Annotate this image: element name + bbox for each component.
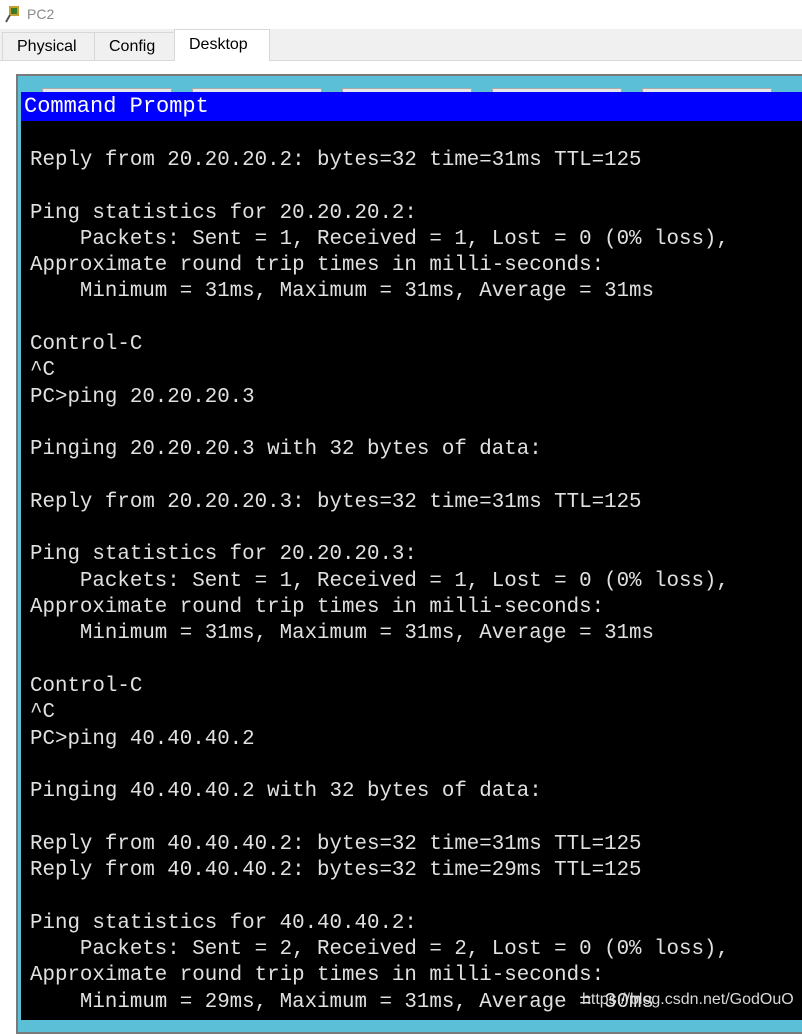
terminal-line: Ping statistics for 40.40.40.2: (30, 911, 417, 935)
tab-config[interactable]: Config (94, 32, 175, 60)
terminal-line: PC>ping 40.40.40.2 (30, 727, 255, 751)
terminal-line: Ping statistics for 20.20.20.3: (30, 543, 417, 567)
terminal-line: ^C (30, 701, 55, 725)
terminal-line: Packets: Sent = 1, Received = 1, Lost = … (79, 569, 729, 593)
watermark: https://blog.csdn.net/GodOuO (582, 991, 794, 1008)
packet-tracer-pc-icon (5, 6, 19, 23)
terminal-line: Pinging 40.40.40.2 with 32 bytes of data… (30, 780, 542, 804)
terminal-line: Reply from 20.20.20.3: bytes=32 time=31m… (30, 490, 642, 514)
terminal-line: Minimum = 31ms, Maximum = 31ms, Average … (79, 280, 655, 304)
terminal-line: Reply from 40.40.40.2: bytes=32 time=31m… (30, 832, 642, 856)
terminal-line: Reply from 20.20.20.2: bytes=32 time=31m… (30, 149, 642, 172)
terminal-line: Minimum = 29ms, Maximum = 31ms, Average … (79, 990, 655, 1014)
terminal-line: Approximate round trip times in milli-se… (30, 964, 605, 988)
terminal-line: Packets: Sent = 2, Received = 2, Lost = … (79, 937, 729, 961)
tab-bar: Physical Config Desktop (0, 29, 802, 61)
window-title: PC2 (27, 6, 55, 22)
terminal-text: Reply from 20.20.20.2: bytes=32 time=31m… (21, 121, 802, 1016)
terminal-line: PC>ping 20.20.20.3 (30, 385, 255, 409)
tab-physical[interactable]: Physical (2, 32, 95, 60)
window-titlebar: PC2 (0, 0, 802, 29)
terminal-line: Packets: Sent = 1, Received = 1, Lost = … (79, 227, 729, 251)
terminal-line: Control-C (30, 674, 143, 698)
terminal-line: Ping statistics for 20.20.20.2: (30, 201, 417, 225)
terminal-line: Approximate round trip times in milli-se… (30, 254, 605, 278)
terminal-line: Control-C (30, 333, 143, 357)
terminal-line: ^C (30, 359, 55, 383)
tab-desktop[interactable]: Desktop (174, 29, 270, 61)
command-prompt-title: Command Prompt (21, 92, 802, 121)
terminal-line: Pinging 20.20.20.3 with 32 bytes of data… (30, 438, 542, 462)
terminal-output[interactable]: Reply from 20.20.20.2: bytes=32 time=31m… (21, 121, 802, 1020)
terminal-line: Approximate round trip times in milli-se… (30, 596, 605, 620)
terminal-line: Reply from 40.40.40.2: bytes=32 time=29m… (30, 859, 642, 883)
terminal-line: Minimum = 31ms, Maximum = 31ms, Average … (79, 622, 655, 646)
